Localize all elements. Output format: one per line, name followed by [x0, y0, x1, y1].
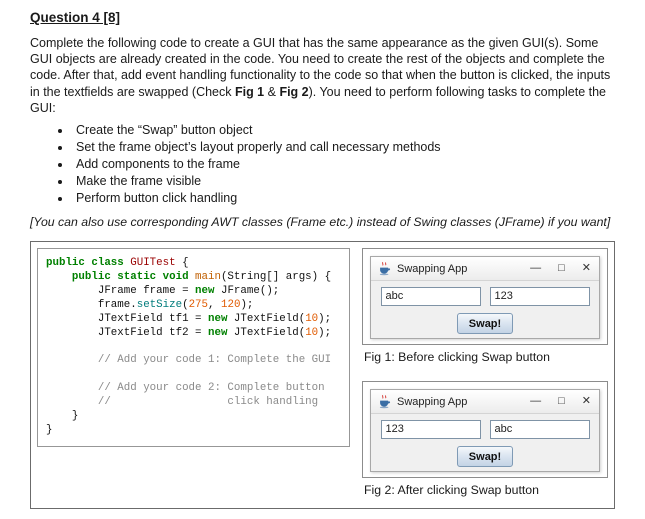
swing-window-before: Swapping App — □ ✕ abc 123 Swap!	[370, 256, 600, 340]
awt-note: [You can also use corresponding AWT clas…	[30, 215, 611, 230]
textfield-1[interactable]: 123	[380, 420, 481, 440]
close-icon[interactable]: ✕	[582, 390, 591, 413]
figure-2-frame: Swapping App — □ ✕ 123 abc Swap!	[362, 381, 608, 479]
intro-paragraph: Complete the following code to create a …	[30, 36, 611, 115]
question-title: Question 4 [8]	[30, 10, 121, 25]
task-bullet-list: Create the “Swap” button object Set the …	[30, 122, 615, 207]
textfield-row: 123 abc	[376, 420, 594, 440]
java-coffee-icon	[379, 394, 391, 409]
bullet-item: Set the frame object’s layout properly a…	[72, 139, 615, 156]
textfield-2[interactable]: 123	[489, 287, 590, 307]
document-page: Question 4 [8] Complete the following co…	[0, 0, 645, 519]
swap-button[interactable]: Swap!	[457, 313, 513, 335]
window-body: abc 123 Swap!	[371, 281, 599, 338]
window-controls: — □ ✕	[530, 390, 591, 413]
code-block: public class GUITest { public static voi…	[37, 248, 350, 447]
bullet-item: Create the “Swap” button object	[72, 122, 615, 139]
window-controls: — □ ✕	[530, 257, 591, 280]
window-titlebar: Swapping App — □ ✕	[371, 257, 599, 282]
textfield-row: abc 123	[376, 287, 594, 307]
button-row: Swap!	[376, 446, 594, 468]
swap-button[interactable]: Swap!	[457, 446, 513, 468]
question-figure-container: public class GUITest { public static voi…	[30, 241, 615, 510]
figure-1-frame: Swapping App — □ ✕ abc 123 Swap!	[362, 248, 608, 346]
close-icon[interactable]: ✕	[582, 257, 591, 280]
bullet-item: Make the frame visible	[72, 173, 615, 190]
window-titlebar: Swapping App — □ ✕	[371, 390, 599, 415]
maximize-icon[interactable]: □	[558, 390, 565, 413]
window-title: Swapping App	[397, 262, 468, 275]
minimize-icon[interactable]: —	[530, 390, 541, 413]
button-row: Swap!	[376, 313, 594, 335]
figure-1-caption: Fig 1: Before clicking Swap button	[364, 350, 550, 365]
window-body: 123 abc Swap!	[371, 414, 599, 471]
textfield-1[interactable]: abc	[380, 287, 481, 307]
minimize-icon[interactable]: —	[530, 257, 541, 280]
figure-2-caption: Fig 2: After clicking Swap button	[364, 483, 539, 498]
java-coffee-icon	[379, 261, 391, 276]
textfield-2[interactable]: abc	[489, 420, 590, 440]
swing-window-after: Swapping App — □ ✕ 123 abc Swap!	[370, 389, 600, 473]
figures-column: Swapping App — □ ✕ abc 123 Swap! Fig 1: …	[362, 248, 608, 502]
bullet-item: Add components to the frame	[72, 156, 615, 173]
bullet-item: Perform button click handling	[72, 190, 615, 207]
window-title: Swapping App	[397, 395, 468, 408]
maximize-icon[interactable]: □	[558, 257, 565, 280]
